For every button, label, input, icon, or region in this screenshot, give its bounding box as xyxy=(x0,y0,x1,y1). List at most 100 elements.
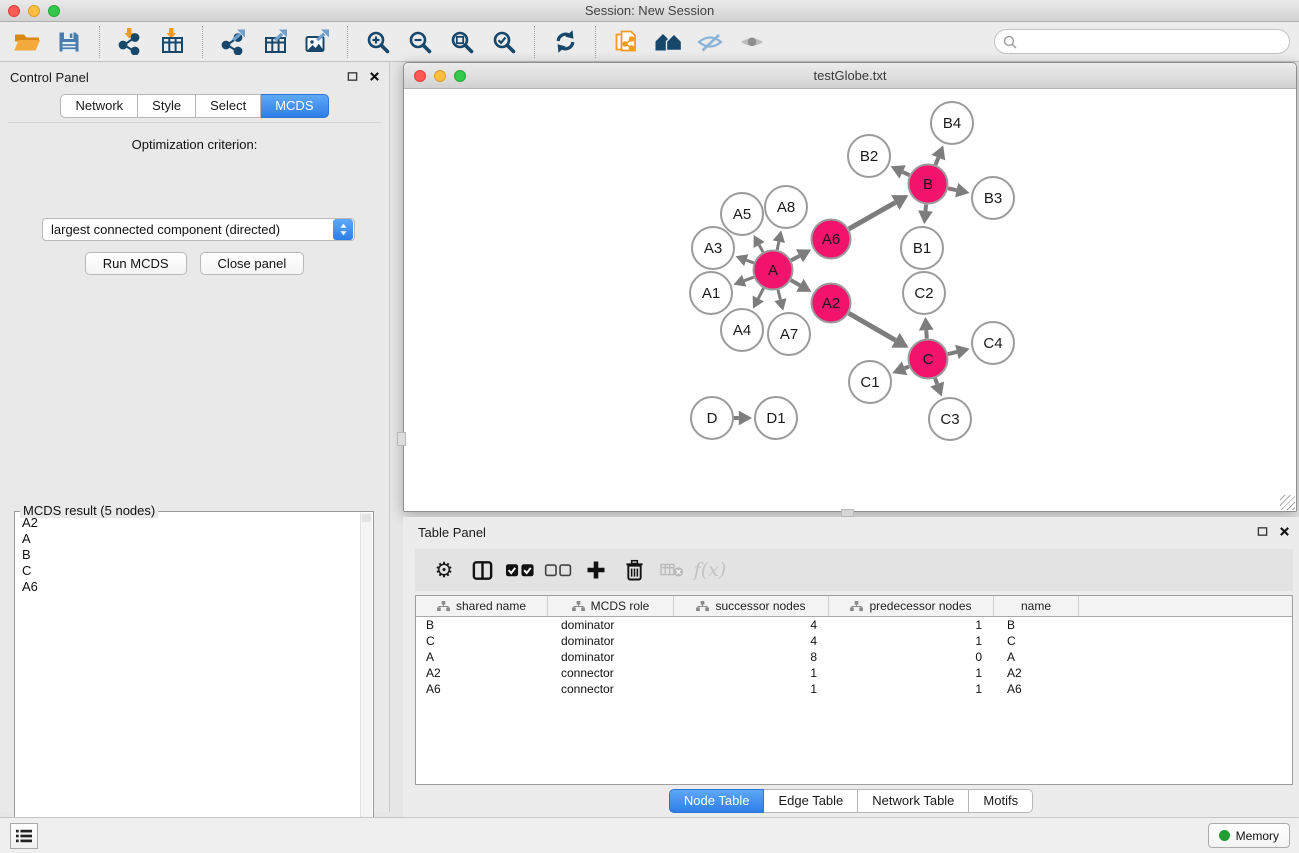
tab-motifs[interactable]: Motifs xyxy=(969,789,1033,813)
graph-edge-C-C4[interactable] xyxy=(948,345,970,359)
graph-edge-C-C1[interactable] xyxy=(892,361,909,375)
tab-edge-table[interactable]: Edge Table xyxy=(764,789,858,813)
table-row[interactable]: Bdominator41B xyxy=(416,617,1292,633)
add-row-icon[interactable] xyxy=(578,553,614,587)
graph-edge-D-D1[interactable] xyxy=(734,411,752,426)
split-handle-horizontal[interactable] xyxy=(841,509,854,517)
graph-edge-A2-C[interactable] xyxy=(849,313,909,348)
show-graphics-details-icon[interactable] xyxy=(735,26,769,58)
graph-edge-C-C2[interactable] xyxy=(919,317,934,339)
network-canvas[interactable]: B4 B2 B B3 A8A5 A6 A3 B1 A C2 A1 A2 A4A7 C4 C C1 D D1 C3 xyxy=(404,89,1296,511)
refresh-view-icon[interactable] xyxy=(548,26,582,58)
task-history-button[interactable] xyxy=(10,823,38,849)
tab-network[interactable]: Network xyxy=(60,94,138,118)
graph-edge-B-B1[interactable] xyxy=(918,204,933,224)
graph-node-A1[interactable]: A1 xyxy=(690,272,732,314)
graph-edge-A-A8[interactable] xyxy=(773,231,785,250)
graph-node-D[interactable]: D xyxy=(691,397,733,439)
graph-edge-A6-B[interactable] xyxy=(849,195,909,229)
mcds-result-item[interactable]: A6 xyxy=(15,579,360,595)
table-row[interactable]: A6connector11A6 xyxy=(416,681,1292,697)
table-settings-icon[interactable]: ⚙ xyxy=(426,553,462,587)
close-table-panel-icon[interactable] xyxy=(1278,525,1291,538)
graph-node-B3[interactable]: B3 xyxy=(972,177,1014,219)
graph-edge-A-A2[interactable] xyxy=(791,279,812,292)
graph-node-B4[interactable]: B4 xyxy=(931,102,973,144)
graph-node-A6[interactable]: A6 xyxy=(812,220,851,259)
graph-node-A4[interactable]: A4 xyxy=(721,309,763,351)
result-scrollbar[interactable] xyxy=(360,513,372,849)
graph-node-B2[interactable]: B2 xyxy=(848,135,890,177)
search-input[interactable] xyxy=(1022,34,1272,49)
table-row[interactable]: Adominator80A xyxy=(416,649,1292,665)
mcds-result-item[interactable]: C xyxy=(15,563,360,579)
tab-mcds[interactable]: MCDS xyxy=(261,94,328,118)
import-table-icon[interactable] xyxy=(155,26,189,58)
graph-edge-A-A5[interactable] xyxy=(754,235,765,252)
column-header-shared-name[interactable]: shared name xyxy=(416,596,548,616)
tab-network-table[interactable]: Network Table xyxy=(858,789,969,813)
column-header-predecessor-nodes[interactable]: predecessor nodes xyxy=(829,596,994,616)
memory-button[interactable]: Memory xyxy=(1208,823,1290,848)
column-header-name[interactable]: name xyxy=(994,596,1079,616)
graph-edge-A-A1[interactable] xyxy=(734,275,754,287)
import-network-icon[interactable] xyxy=(113,26,147,58)
graph-edge-C-C3[interactable] xyxy=(930,378,944,396)
graph-node-A5[interactable]: A5 xyxy=(721,193,763,235)
table-row[interactable]: A2connector11A2 xyxy=(416,665,1292,681)
mcds-result-item[interactable]: B xyxy=(15,547,360,563)
graph-node-D1[interactable]: D1 xyxy=(755,397,797,439)
mcds-result-item[interactable]: A xyxy=(15,531,360,547)
graph-node-A[interactable]: A xyxy=(754,251,793,290)
zoom-fit-icon[interactable] xyxy=(445,26,479,58)
graph-node-A7[interactable]: A7 xyxy=(768,313,810,355)
graph-node-A2[interactable]: A2 xyxy=(812,284,851,323)
tab-node-table[interactable]: Node Table xyxy=(669,789,765,813)
mcds-result-item[interactable]: A2 xyxy=(15,515,360,531)
zoom-in-icon[interactable] xyxy=(361,26,395,58)
home-layout-icon[interactable] xyxy=(651,26,685,58)
graph-node-A8[interactable]: A8 xyxy=(765,186,807,228)
column-header-MCDS-role[interactable]: MCDS role xyxy=(548,596,674,616)
zoom-out-icon[interactable] xyxy=(403,26,437,58)
close-panel-button[interactable]: Close panel xyxy=(200,252,305,275)
graph-edge-B-B4[interactable] xyxy=(931,145,945,165)
graph-edge-A-A3[interactable] xyxy=(736,254,754,266)
criterion-dropdown[interactable]: largest connected component (directed) xyxy=(42,218,355,241)
column-header-successor-nodes[interactable]: successor nodes xyxy=(674,596,829,616)
graph-node-A3[interactable]: A3 xyxy=(692,227,734,269)
graph-node-C[interactable]: C xyxy=(909,340,948,379)
split-handle-vertical[interactable] xyxy=(397,432,406,446)
deselect-all-columns-icon[interactable] xyxy=(540,553,576,587)
run-mcds-button[interactable]: Run MCDS xyxy=(85,252,187,275)
hide-graphics-details-icon[interactable] xyxy=(693,26,727,58)
zoom-selected-icon[interactable] xyxy=(487,26,521,58)
graph-node-C3[interactable]: C3 xyxy=(929,398,971,440)
select-all-columns-icon[interactable] xyxy=(502,553,538,587)
graph-edge-B-B2[interactable] xyxy=(891,165,910,178)
tab-style[interactable]: Style xyxy=(138,94,196,118)
graph-node-B[interactable]: B xyxy=(909,165,948,204)
float-panel-icon[interactable] xyxy=(346,70,359,83)
network-from-file-icon[interactable] xyxy=(609,26,643,58)
graph-node-C1[interactable]: C1 xyxy=(849,361,891,403)
table-row[interactable]: Cdominator41C xyxy=(416,633,1292,649)
resize-grip-icon[interactable] xyxy=(1280,495,1295,510)
graph-edge-A-A6[interactable] xyxy=(791,249,811,262)
tab-select[interactable]: Select xyxy=(196,94,261,118)
graph-edge-B-B3[interactable] xyxy=(948,183,969,197)
open-file-icon[interactable] xyxy=(10,26,44,58)
delete-rows-icon[interactable] xyxy=(616,553,652,587)
graph-node-C2[interactable]: C2 xyxy=(903,272,945,314)
export-image-icon[interactable] xyxy=(300,26,334,58)
graph-edge-A-A7[interactable] xyxy=(774,290,786,311)
close-panel-icon[interactable] xyxy=(368,70,381,83)
graph-node-B1[interactable]: B1 xyxy=(901,227,943,269)
show-columns-icon[interactable] xyxy=(464,553,500,587)
graph-node-C4[interactable]: C4 xyxy=(972,322,1014,364)
float-table-panel-icon[interactable] xyxy=(1256,525,1269,538)
graph-edge-A-A4[interactable] xyxy=(753,288,764,308)
export-network-icon[interactable] xyxy=(216,26,250,58)
export-table-icon[interactable] xyxy=(258,26,292,58)
save-session-icon[interactable] xyxy=(52,26,86,58)
